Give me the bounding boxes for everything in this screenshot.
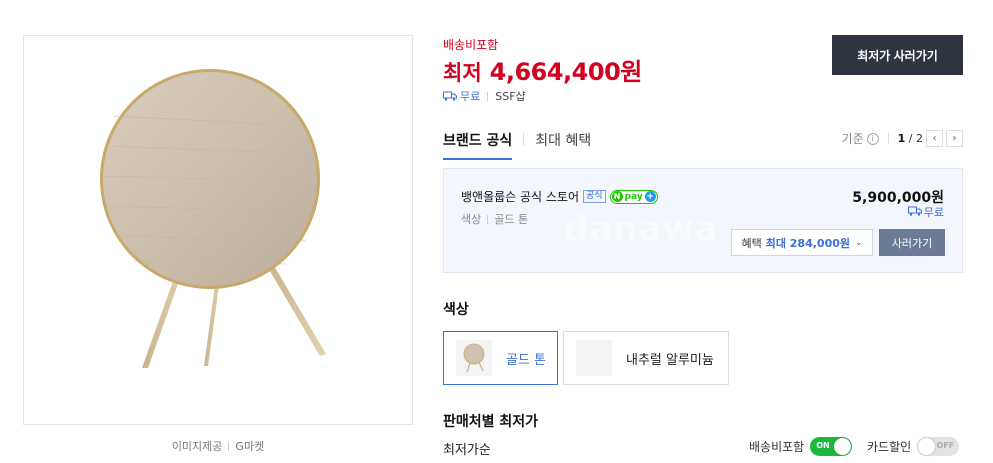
- npay-badge: Npay +: [609, 189, 658, 204]
- info-icon[interactable]: i: [866, 132, 879, 145]
- speaker-illustration: [100, 69, 326, 368]
- shipping-included-toggle-row: 배송비포함 ON: [749, 437, 853, 456]
- store-name[interactable]: 뱅앤올룹슨 공식 스토어: [461, 188, 579, 205]
- shipping-toggle-label: 배송비포함: [749, 440, 805, 454]
- chevron-right-icon: ›: [952, 133, 957, 144]
- benefit-prefix: 혜택: [741, 236, 762, 250]
- delivery-meta: 무료 SSF샵: [443, 88, 526, 104]
- card-discount-toggle[interactable]: OFF: [917, 437, 960, 456]
- lowest-price: 최저 4,664,400원: [443, 52, 642, 87]
- store-delivery-free: 무료: [923, 206, 944, 219]
- store-name-row: 뱅앤올룹슨 공식 스토어 공식 Npay +: [461, 188, 658, 205]
- delivery-free: 무료: [460, 90, 481, 103]
- official-badge: 공식: [583, 190, 606, 203]
- image-credit-source: G마켓: [235, 440, 265, 453]
- shipping-included-toggle[interactable]: ON: [810, 437, 853, 456]
- product-page: 이미지제공 G마켓 배송비포함 최저 4,664,400원 무료 SSF샵 최저가…: [0, 0, 993, 463]
- color-thumbnail: [456, 340, 492, 376]
- prev-page-button[interactable]: ‹: [926, 130, 943, 147]
- chevron-down-icon: ⌄: [855, 237, 863, 248]
- color-thumbnail: [576, 340, 612, 376]
- truck-icon: [443, 91, 457, 101]
- next-page-button[interactable]: ›: [946, 130, 963, 147]
- toggle-state: ON: [816, 441, 830, 450]
- truck-icon: [907, 206, 922, 219]
- store-option: 색상 골드 톤: [461, 211, 528, 227]
- watermark: danawa: [564, 209, 719, 249]
- page-total: 2: [916, 132, 923, 145]
- shipping-included-label: 배송비포함: [443, 38, 499, 52]
- npay-label: pay: [624, 191, 643, 202]
- basis-label: 기준: [841, 132, 864, 146]
- chevron-left-icon: ‹: [932, 133, 937, 144]
- store-delivery: 무료: [907, 204, 944, 220]
- color-option-label: 골드 톤: [506, 352, 547, 368]
- image-credit: 이미지제공 G마켓: [23, 438, 413, 454]
- product-image[interactable]: [23, 35, 413, 425]
- tab-brand-official[interactable]: 브랜드 공식: [443, 130, 513, 160]
- benefit-dropdown[interactable]: 혜택 최대 284,000원 ⌄: [731, 229, 873, 256]
- store-buy-button[interactable]: 사러가기: [879, 229, 945, 256]
- pager: 1 / 2: [897, 132, 923, 145]
- lowest-price-value: 4,664,400원: [489, 58, 643, 86]
- store-option-value: 골드 톤: [494, 213, 529, 226]
- image-credit-label: 이미지제공: [171, 440, 223, 453]
- color-option-label: 내추럴 알루미늄: [626, 352, 714, 368]
- color-section-title: 색상: [443, 302, 469, 318]
- store-offer-card: danawa 뱅앤올룹슨 공식 스토어 공식 Npay + 색상 골드 톤 5,90…: [443, 168, 963, 273]
- lowest-price-buy-button[interactable]: 최저가 사러가기: [832, 35, 963, 75]
- plus-icon: +: [644, 191, 656, 202]
- page-current: 1: [897, 132, 906, 145]
- toggle-state: OFF: [936, 441, 955, 450]
- card-discount-toggle-row: 카드할인 OFF: [867, 437, 960, 456]
- benefit-value: 최대 284,000원: [765, 236, 850, 250]
- seller-section-title: 판매처별 최저가: [443, 414, 539, 430]
- naver-n-icon: N: [611, 191, 623, 202]
- offer-tabs: 브랜드 공식 최대 혜택 기준 i 1 / 2 ‹ ›: [443, 130, 963, 160]
- sort-lowest-price[interactable]: 최저가순: [443, 439, 491, 458]
- color-option-gold[interactable]: 골드 톤: [443, 331, 558, 385]
- store-option-label: 색상: [461, 213, 482, 226]
- lowest-price-prefix: 최저: [443, 61, 482, 85]
- card-toggle-label: 카드할인: [867, 440, 912, 454]
- tab-max-benefit[interactable]: 최대 혜택: [535, 130, 591, 158]
- tabs-controls: 기준 i 1 / 2 ‹ ›: [842, 130, 963, 147]
- color-option-aluminium[interactable]: 내추럴 알루미늄: [563, 331, 729, 385]
- mall-name[interactable]: SSF샵: [495, 88, 525, 104]
